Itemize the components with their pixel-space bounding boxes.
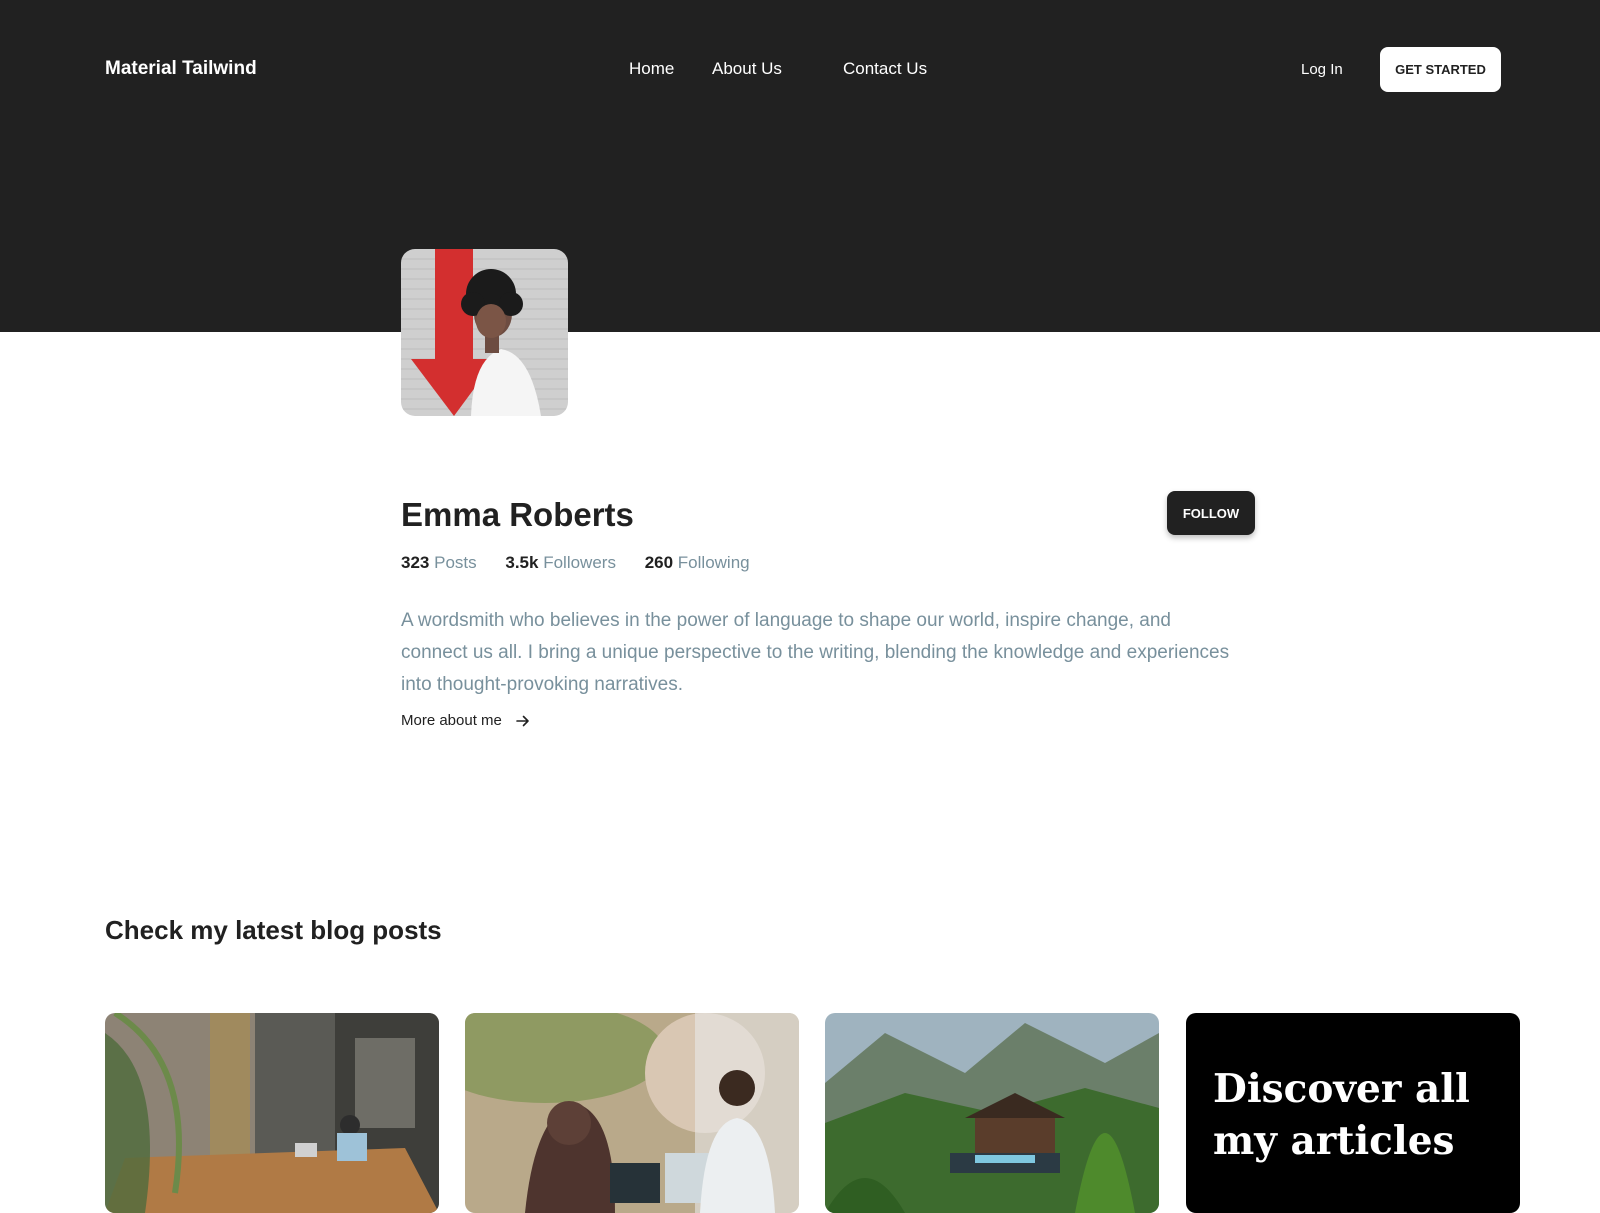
avatar-photo (401, 249, 568, 416)
blog-card-3[interactable] (825, 1013, 1159, 1213)
stat-label: Following (677, 553, 750, 572)
blog-card-image (105, 1013, 439, 1213)
avatar (401, 249, 568, 416)
follow-button[interactable]: FOLLOW (1167, 491, 1255, 535)
discover-all-articles-card[interactable]: Discover all my articles (1186, 1013, 1520, 1213)
nav-home[interactable]: Home (629, 59, 674, 79)
arrow-right-icon (516, 715, 529, 726)
stat-following[interactable]: 260 Following (645, 553, 750, 573)
blog-card-2[interactable] (465, 1013, 799, 1213)
stat-followers[interactable]: 3.5k Followers (505, 553, 616, 573)
blog-section-title: Check my latest blog posts (105, 915, 442, 945)
blog-card-image (465, 1013, 799, 1213)
hero-banner (0, 0, 1600, 332)
brand-logo[interactable]: Material Tailwind (105, 58, 257, 80)
discover-all-articles-text: Discover all my articles (1213, 1066, 1470, 1164)
more-about-me-label: More about me (401, 712, 502, 729)
stat-value: 260 (644, 553, 674, 572)
blog-card-image (825, 1013, 1159, 1213)
get-started-button[interactable]: GET STARTED (1380, 47, 1501, 92)
profile-bio: A wordsmith who believes in the power of… (401, 610, 1230, 695)
profile-name: Emma Roberts (401, 496, 634, 533)
stat-posts[interactable]: 323 Posts (401, 553, 477, 573)
stat-label: Posts (434, 553, 477, 572)
stat-value: 3.5k (505, 553, 539, 572)
login-link[interactable]: Log In (1301, 61, 1343, 78)
more-about-me-link[interactable]: More about me (401, 712, 530, 729)
profile-stats: 323 Posts 3.5k Followers 260 Following (401, 553, 774, 573)
stat-label: Followers (543, 553, 616, 572)
nav-contact-us[interactable]: Contact Us (843, 59, 927, 79)
blog-card-1[interactable] (105, 1013, 439, 1213)
nav-about-us[interactable]: About Us (712, 59, 782, 79)
stat-value: 323 (401, 553, 430, 572)
